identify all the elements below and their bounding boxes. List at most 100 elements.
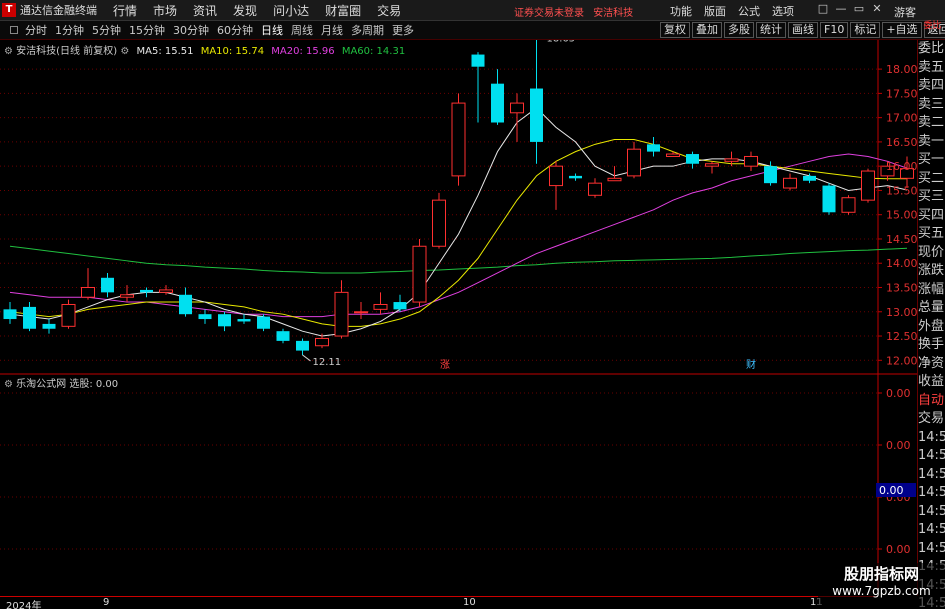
period-timeshare[interactable]: 分时 (25, 22, 47, 38)
candle-body (471, 54, 485, 67)
period-30min[interactable]: 30分钟 (173, 22, 209, 38)
quote-panel-item[interactable]: 14:56 (918, 503, 945, 522)
candle-body (627, 148, 641, 177)
mark-button[interactable]: 标记 (850, 22, 881, 38)
period-5min[interactable]: 5分钟 (92, 22, 121, 38)
menu-market[interactable]: 市场 (153, 2, 177, 19)
maximize-icon[interactable]: ▭ (850, 2, 868, 15)
quote-panel-item[interactable]: 14:56 (918, 540, 945, 559)
quote-panel-item[interactable]: 买一 (918, 151, 945, 170)
ma60-line (9, 245, 908, 274)
overlay-button[interactable]: 叠加 (692, 22, 722, 38)
watermark-url: www.7gpzb.com (832, 584, 931, 598)
period-1min[interactable]: 1分钟 (55, 22, 84, 38)
quote-panel-item[interactable]: 卖一 (918, 133, 945, 152)
login-warning[interactable]: 证券交易未登录 (514, 8, 584, 19)
menu-assistant[interactable]: 问小达 (273, 2, 309, 19)
quote-panel-item[interactable]: 净资 (918, 355, 945, 374)
adjust-button[interactable]: 复权 (660, 22, 690, 38)
quote-panel-item[interactable]: 收益 (918, 373, 945, 392)
f10-button[interactable]: F10 (820, 22, 849, 38)
quote-panel-item[interactable]: 总量 (918, 299, 945, 318)
candle-body (334, 291, 349, 337)
quote-panel-item[interactable]: 14:56 (918, 466, 945, 485)
quote-panel-item[interactable]: 卖五 (918, 59, 945, 78)
quote-panel-item[interactable]: 委比 (918, 40, 945, 59)
period-60min[interactable]: 60分钟 (217, 22, 253, 38)
ma5-value: MA5: 15.51 (136, 46, 194, 57)
price-tick-label: 18.00 (886, 63, 918, 76)
quote-panel-item[interactable]: 14:56 (918, 521, 945, 540)
quote-panel-item[interactable]: 卖三 (918, 96, 945, 115)
settings-icon[interactable]: ⚙ (4, 46, 13, 57)
menu-wealth[interactable]: 财富圈 (325, 2, 361, 19)
menu-options[interactable]: 选项 (772, 3, 794, 19)
quote-panel-item[interactable]: 交易 (918, 410, 945, 429)
candle-body (393, 302, 407, 310)
candle-body (140, 289, 153, 293)
quote-panel-item[interactable]: 自动 (918, 392, 945, 411)
app-title: 通达信金融终端 (20, 4, 97, 17)
price-tick-label: 15.00 (886, 209, 918, 222)
candle-body (647, 144, 660, 152)
login-status[interactable]: 证券交易未登录 安洁科技 (514, 4, 633, 19)
candle-body (783, 177, 797, 189)
date-label-year: 2024年 (6, 601, 42, 609)
current-stock-name: 安洁科技 (593, 8, 634, 19)
candle-body (373, 303, 388, 310)
menu-formula[interactable]: 公式 (738, 3, 760, 19)
quote-panel-item[interactable]: 涨跌 (918, 262, 945, 281)
menu-news[interactable]: 资讯 (193, 2, 217, 19)
quote-panel-item[interactable]: 买五 (918, 225, 945, 244)
close-icon[interactable]: ✕ (868, 2, 886, 15)
candle-body (705, 163, 719, 167)
quote-panel-item[interactable]: 14:56 (918, 429, 945, 448)
candle-body (120, 294, 134, 298)
period-checkbox[interactable] (10, 26, 18, 34)
kline-chart[interactable]: 18.65 12.11 涨 财 18.00 17.50 17.00 16.50 16.00 15… (0, 40, 918, 596)
legend-settings-icon[interactable]: ⚙ (120, 46, 129, 57)
quote-panel-item[interactable]: 14:56 (918, 447, 945, 466)
candle-body (315, 337, 329, 347)
candle-body (744, 155, 758, 167)
indicator-settings-icon[interactable]: ⚙ (4, 379, 13, 390)
minimize-icon[interactable]: — (832, 2, 850, 15)
quote-panel-item[interactable]: 买二 (918, 170, 945, 189)
candle-body (588, 182, 602, 196)
draw-line-button[interactable]: 画线 (788, 22, 818, 38)
multi-stock-button[interactable]: 多股 (724, 22, 754, 38)
user-guest[interactable]: 游客 (894, 4, 916, 20)
price-tick-label: 13.00 (886, 306, 918, 319)
period-more[interactable]: 更多 (392, 22, 414, 38)
period-weekly[interactable]: 周线 (291, 22, 313, 38)
candle-body (61, 303, 76, 327)
quote-panel-item[interactable]: 换手 (918, 336, 945, 355)
menu-discover[interactable]: 发现 (233, 2, 257, 19)
quote-panel-item[interactable]: 现价 (918, 244, 945, 263)
date-label-oct: 10 (463, 597, 476, 608)
restore-icon[interactable]: □ (814, 2, 832, 15)
period-multi[interactable]: 多周期 (351, 22, 384, 38)
period-15min[interactable]: 15分钟 (129, 22, 165, 38)
menu-trade[interactable]: 交易 (377, 2, 401, 19)
quote-panel-item[interactable]: 买四 (918, 207, 945, 226)
period-monthly[interactable]: 月线 (321, 22, 343, 38)
stock-legend: ⚙ 安洁科技(日线 前复权) ⚙ MA5: 15.51 MA10: 15.74 … (4, 42, 405, 57)
quote-panel-item[interactable]: 卖二 (918, 114, 945, 133)
top-bar: T 通达信金融终端 行情 市场 资讯 发现 问小达 财富圈 交易 证券交易未登录… (0, 0, 945, 21)
candle-body (296, 340, 309, 351)
quote-panel-item[interactable]: 14:56 (918, 484, 945, 503)
quote-panel-item[interactable]: 外盘 (918, 318, 945, 337)
add-watchlist-button[interactable]: +自选 (882, 22, 922, 38)
menu-layout[interactable]: 版面 (704, 3, 726, 19)
quote-panel-item[interactable]: 买三 (918, 188, 945, 207)
price-tick-label: 14.00 (886, 257, 918, 270)
period-daily[interactable]: 日线 (261, 22, 283, 38)
menu-function[interactable]: 功能 (670, 3, 692, 19)
candle-body (81, 287, 95, 298)
candle-body (42, 323, 56, 329)
quote-panel-item[interactable]: 涨幅 (918, 281, 945, 300)
statistics-button[interactable]: 统计 (756, 22, 786, 38)
menu-quotes[interactable]: 行情 (113, 2, 137, 19)
quote-panel-item[interactable]: 卖四 (918, 77, 945, 96)
